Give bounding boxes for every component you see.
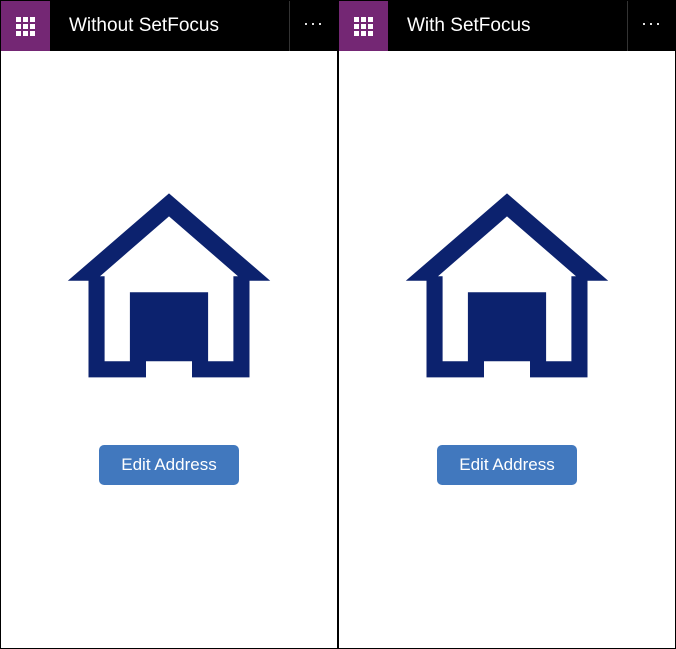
ellipsis-icon: ··· bbox=[303, 13, 324, 34]
pane-without-setfocus: Without SetFocus ··· Edit Address bbox=[0, 0, 338, 649]
more-button[interactable]: ··· bbox=[627, 1, 675, 51]
content-area: Edit Address bbox=[1, 51, 337, 648]
waffle-icon bbox=[16, 17, 35, 36]
waffle-button[interactable] bbox=[339, 1, 389, 51]
app-bar: Without SetFocus ··· bbox=[1, 1, 337, 51]
waffle-icon bbox=[354, 17, 373, 36]
content-area: Edit Address bbox=[339, 51, 675, 648]
house-icon bbox=[392, 175, 622, 405]
house-icon bbox=[54, 175, 284, 405]
app-bar: With SetFocus ··· bbox=[339, 1, 675, 51]
more-button[interactable]: ··· bbox=[289, 1, 337, 51]
edit-address-button[interactable]: Edit Address bbox=[437, 445, 576, 485]
app-title: Without SetFocus bbox=[51, 1, 289, 51]
ellipsis-icon: ··· bbox=[641, 13, 662, 34]
pane-with-setfocus: With SetFocus ··· Edit Address bbox=[338, 0, 676, 649]
app-title: With SetFocus bbox=[389, 1, 627, 51]
edit-address-button[interactable]: Edit Address bbox=[99, 445, 238, 485]
waffle-button[interactable] bbox=[1, 1, 51, 51]
